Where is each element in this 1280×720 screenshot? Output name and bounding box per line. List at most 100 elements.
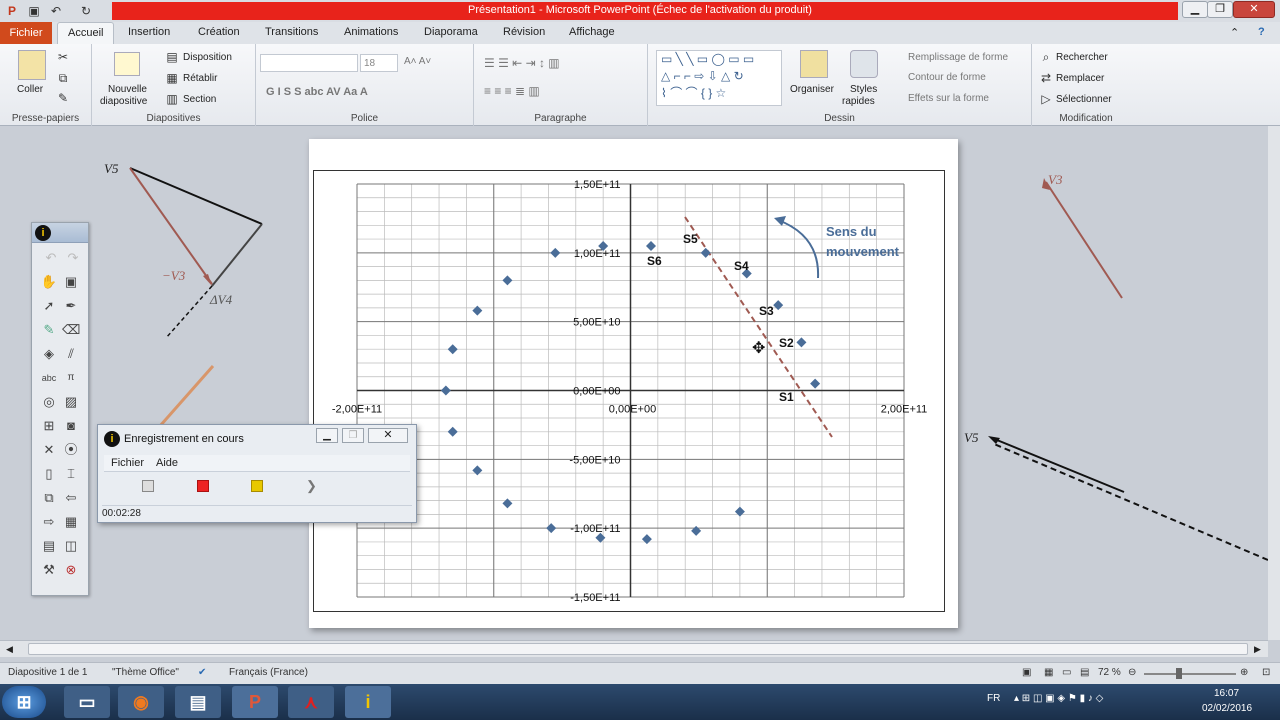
start-button[interactable]: ⊞ [2, 686, 46, 718]
close-button[interactable]: ✕ [1233, 1, 1275, 18]
copy-page-icon[interactable]: ⧉ [40, 489, 58, 507]
rec-maximize-button[interactable]: ❐ [342, 428, 364, 443]
vertical-scrollbar[interactable] [1268, 126, 1280, 640]
language[interactable]: Français (France) [229, 667, 308, 678]
zoom-level[interactable]: 72 % [1098, 667, 1121, 678]
section-button[interactable]: Section [183, 94, 216, 105]
font-size-field[interactable]: 18 [360, 54, 398, 72]
slideshow-view-icon[interactable]: ▤ [1080, 667, 1089, 678]
marker-icon[interactable]: ✒ [62, 297, 80, 315]
restore-button[interactable]: ❐ [1207, 1, 1233, 18]
layout-button[interactable]: Disposition [183, 52, 232, 63]
text-icon[interactable]: abc [40, 369, 58, 387]
slide-sorter-icon[interactable]: ▦ [1044, 667, 1053, 678]
zoom-out-icon[interactable]: ⊖ [1128, 667, 1136, 678]
image-icon[interactable]: ▨ [62, 393, 80, 411]
language-indicator[interactable]: FR [987, 693, 1000, 704]
tab-slideshow[interactable]: Diaporama [424, 26, 478, 38]
rec-menu-file[interactable]: Fichier [111, 457, 144, 469]
arrange-icon[interactable] [800, 50, 828, 78]
quick-styles-label-1[interactable]: Styles [850, 84, 877, 95]
line-icon[interactable]: ⫽ [62, 345, 80, 363]
paste-button[interactable]: Coller [17, 84, 43, 95]
cross-icon[interactable]: ✕ [40, 441, 58, 459]
tab-design[interactable]: Création [198, 26, 240, 38]
scroll-left-icon[interactable]: ◀ [6, 644, 13, 655]
pause-icon[interactable] [251, 480, 263, 492]
help-icon[interactable]: ? [1258, 26, 1265, 38]
recorder-toolbar-header[interactable]: i [32, 223, 88, 243]
list-icons[interactable]: ☰ ☰ ⇤ ⇥ ↕ ▥ [484, 56, 560, 70]
minimize-ribbon-icon[interactable]: ⌃ [1230, 26, 1239, 39]
tab-animations[interactable]: Animations [344, 26, 398, 38]
close-tool-icon[interactable]: ⊗ [62, 561, 80, 579]
zoom-in-icon[interactable]: ⊕ [1240, 667, 1248, 678]
clock-time[interactable]: 16:07 [1214, 688, 1239, 699]
undo-icon[interactable]: ↶ [42, 249, 60, 267]
grow-font-icon[interactable]: A˄ A˅ [404, 56, 431, 67]
math-icon[interactable]: π [62, 369, 80, 387]
pages-icon[interactable]: ▣ [62, 273, 80, 291]
firefox-taskbar-icon[interactable]: ◉ [118, 686, 164, 718]
reset-button[interactable]: Rétablir [183, 73, 217, 84]
copy-icon[interactable]: ⧉ [55, 71, 71, 86]
camera-icon[interactable]: ◙ [62, 417, 80, 435]
zoom-slider[interactable] [1144, 673, 1236, 675]
horizontal-scroll-thumb[interactable] [28, 643, 1248, 655]
format-painter-icon[interactable]: ✎ [55, 91, 71, 105]
scroll-right-icon[interactable]: ▶ [1254, 644, 1261, 655]
play-icon[interactable]: ❯ [306, 479, 318, 492]
horizontal-scrollbar[interactable]: ◀ ▶ [0, 640, 1268, 657]
powerpoint-taskbar-icon[interactable]: P [232, 686, 278, 718]
cut-icon[interactable]: ✂ [55, 50, 71, 64]
shape-outline-button[interactable]: Contour de forme [908, 72, 986, 83]
grid-tool-icon[interactable]: ⊞ [40, 417, 58, 435]
tab-home[interactable]: Accueil [57, 22, 115, 45]
rec-minimize-button[interactable]: ▁ [316, 428, 338, 443]
rec-menu-help[interactable]: Aide [156, 457, 178, 469]
shapes-gallery[interactable]: ▭ ╲ ╲ ▭ ◯ ▭ ▭ △ ⌐ ⌐ ⇨ ⇩ △ ↻ ⌇ ⌒ ⌒ { } ☆ [656, 50, 782, 106]
pointer-icon[interactable]: ➚ [40, 297, 58, 315]
pen-icon[interactable]: ✎ [40, 321, 58, 339]
tab-review[interactable]: Révision [503, 26, 545, 38]
font-format-buttons[interactable]: G I S S abc AV Aa A [266, 86, 368, 98]
back-icon[interactable]: ⇦ [62, 489, 80, 507]
paste-icon[interactable] [18, 50, 46, 80]
tab-view[interactable]: Affichage [569, 26, 615, 38]
explorer-taskbar-icon[interactable]: ▭ [64, 686, 110, 718]
rec-close-button[interactable]: ✕ [368, 428, 408, 443]
quick-styles-icon[interactable] [850, 50, 878, 78]
shapes-icon[interactable]: ◈ [40, 345, 58, 363]
new-slide-label-1[interactable]: Nouvelle [108, 84, 147, 95]
table-icon[interactable]: ▦ [62, 513, 80, 531]
shape-fill-button[interactable]: Remplissage de forme [908, 52, 1008, 63]
stop-gray-icon[interactable] [142, 480, 154, 492]
compass-icon[interactable]: ◎ [40, 393, 58, 411]
acrobat-taskbar-icon[interactable]: ⋏ [288, 686, 334, 718]
reading-view-icon[interactable]: ▭ [1062, 667, 1071, 678]
calculator-taskbar-icon[interactable]: ▤ [175, 686, 221, 718]
forward-icon[interactable]: ⇨ [40, 513, 58, 531]
shape-effects-button[interactable]: Effets sur la forme [908, 93, 989, 104]
hand-icon[interactable]: ✋ [40, 273, 58, 291]
tab-file[interactable]: Fichier [0, 22, 52, 44]
tools-icon[interactable]: ⚒ [40, 561, 58, 579]
normal-view-icon[interactable]: ▣ [1022, 667, 1031, 678]
find-button[interactable]: Rechercher [1056, 52, 1108, 63]
save-icon[interactable]: ▤ [40, 537, 58, 555]
fit-slide-icon[interactable]: ⊡ [1262, 667, 1270, 678]
arrange-button[interactable]: Organiser [790, 84, 834, 95]
new-slide-label-2[interactable]: diapositive [100, 96, 147, 107]
minimize-button[interactable]: ▁ [1182, 1, 1208, 18]
record-icon[interactable]: ⦿ [62, 441, 80, 459]
crop-icon[interactable]: ⌶ [62, 465, 80, 483]
quick-styles-label-2[interactable]: rapides [842, 96, 875, 107]
zoom-slider-thumb[interactable] [1176, 668, 1182, 679]
tab-transitions[interactable]: Transitions [265, 26, 318, 38]
select-button[interactable]: Sélectionner [1056, 94, 1112, 105]
record-stop-icon[interactable] [197, 480, 209, 492]
new-slide-icon[interactable] [114, 52, 140, 76]
tab-insert[interactable]: Insertion [128, 26, 170, 38]
scatter-chart[interactable]: 1,50E+11 1,00E+11 5,00E+10 0,00E+00 -5,00E+1… [309, 139, 958, 628]
recorder-taskbar-icon[interactable]: i [345, 686, 391, 718]
